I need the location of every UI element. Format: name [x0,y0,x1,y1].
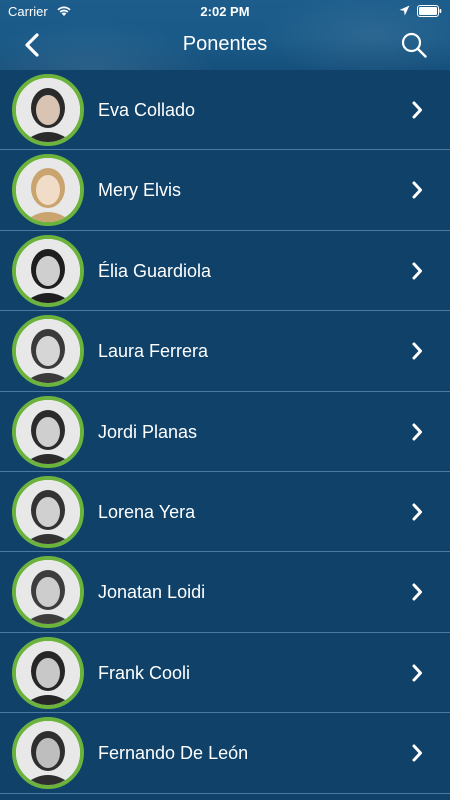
speaker-row[interactable]: Fernando De León [0,713,450,794]
speaker-row[interactable]: Jonatan Loidi [0,552,450,633]
chevron-right-icon [412,342,422,360]
chevron-right-icon [412,262,422,280]
speaker-name: Frank Cooli [98,662,191,683]
speaker-row[interactable]: Jordi Planas [0,392,450,472]
navigation-header: Carrier 2:02 PM Ponentes [0,0,450,70]
speaker-photo [16,640,80,705]
speaker-avatar [12,717,84,790]
speaker-name: Jordi Planas [98,421,198,442]
speaker-avatar [12,234,84,307]
chevron-right-icon [412,503,422,521]
speaker-row[interactable]: Lorena Yera [0,472,450,553]
speaker-name: Laura Ferrera [98,341,209,362]
speaker-name: Jonatan Loidi [98,582,206,603]
speaker-photo [16,721,80,786]
speaker-avatar [12,74,84,146]
battery-icon [417,5,442,17]
page-title: Ponentes [182,33,268,55]
speaker-name: Mery Elvis [98,180,182,201]
speaker-name: Fernando De León [98,743,249,764]
speaker-avatar [12,556,84,629]
speaker-photo [16,399,80,464]
speaker-name: Lorena Yera [98,501,196,522]
speaker-photo [16,479,80,544]
speaker-avatar [12,395,84,468]
clock: 2:02 PM [200,4,250,19]
speaker-name: Eva Collado [98,100,196,120]
speaker-name: Élia Guardiola [98,260,212,281]
speaker-avatar [12,154,84,227]
location-arrow-icon [399,5,410,16]
speaker-photo [16,560,80,625]
speaker-photo [16,238,80,303]
speakers-list: Eva Collado Mery Elvis Élia Guardiola Laura… [0,70,450,794]
speaker-avatar [12,636,84,709]
speaker-avatar [12,315,84,388]
status-bar: Carrier 2:02 PM [0,0,450,22]
speaker-photo [16,319,80,384]
speaker-photo [16,78,80,142]
speaker-row[interactable]: Laura Ferrera [0,311,450,392]
speaker-row[interactable]: Frank Cooli [0,633,450,714]
speaker-row[interactable]: Mery Elvis [0,150,450,231]
chevron-right-icon [412,744,422,762]
search-icon[interactable] [400,31,428,59]
chevron-right-icon [412,101,422,119]
speaker-avatar [12,475,84,548]
chevron-right-icon [412,181,422,199]
speaker-row[interactable]: Eva Collado [0,70,450,151]
chevron-right-icon [412,583,422,601]
chevron-right-icon [412,664,422,682]
speaker-photo [16,158,80,223]
chevron-right-icon [412,423,422,441]
speaker-row[interactable]: Élia Guardiola [0,231,450,312]
